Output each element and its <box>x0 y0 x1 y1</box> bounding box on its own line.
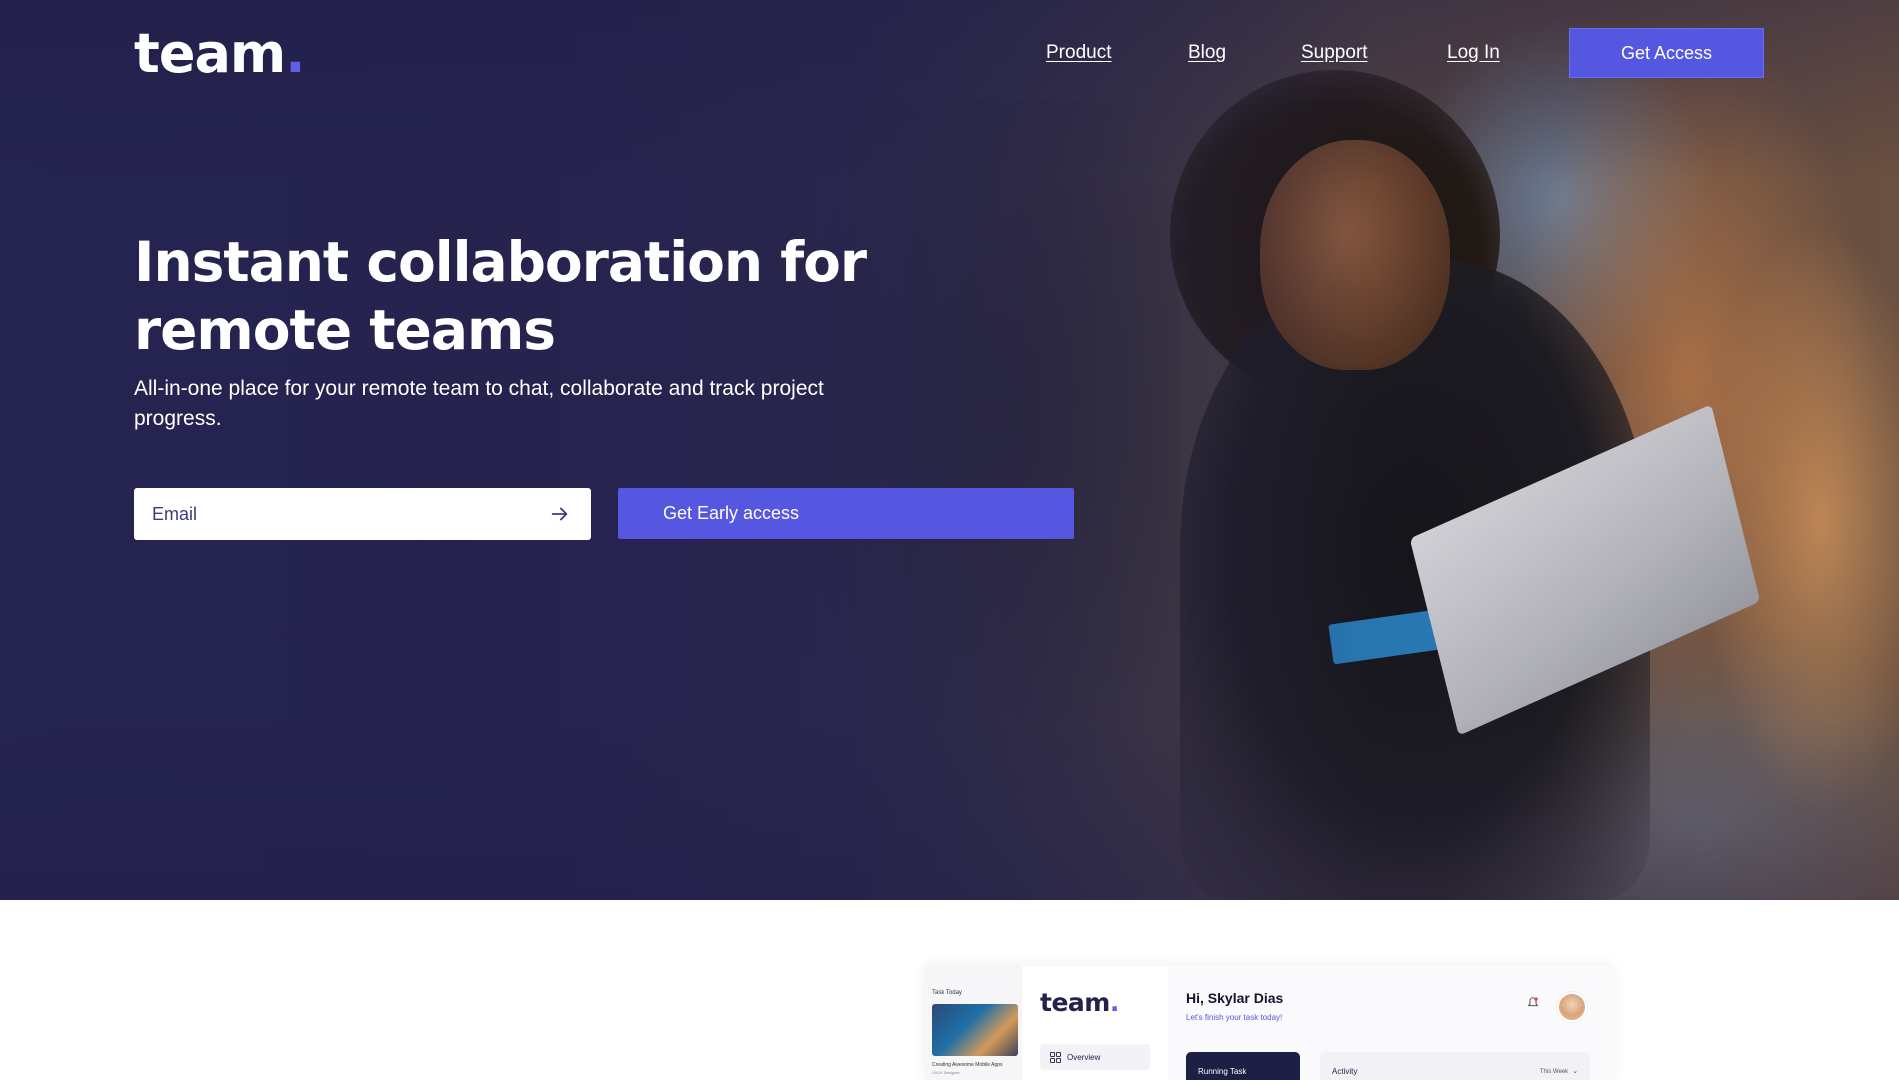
dashboard-sidebar: team. Overview <box>1022 966 1168 1080</box>
arrow-right-icon[interactable] <box>549 503 571 525</box>
brand-logo[interactable]: team. <box>134 22 306 85</box>
hero-overlay-vertical <box>0 0 1899 900</box>
nav-link-login[interactable]: Log In <box>1447 42 1500 64</box>
grid-icon <box>1050 1051 1061 1063</box>
task-today-panel: Task Today Creating Awesome Mobile Apps … <box>924 966 1022 1080</box>
brand-logo-dot: . <box>285 22 305 85</box>
greeting-subtitle: Let's finish your task today! <box>1186 1013 1283 1022</box>
email-form <box>134 488 591 540</box>
nav-link-support[interactable]: Support <box>1301 42 1368 64</box>
sidebar-item-overview-label: Overview <box>1067 1052 1101 1062</box>
this-week-dropdown[interactable]: This Week ⌄ <box>1540 1067 1578 1075</box>
nav-link-product[interactable]: Product <box>1046 42 1111 64</box>
greeting-title: Hi, Skylar Dias <box>1186 990 1284 1006</box>
activity-card: Activity This Week ⌄ <box>1320 1052 1590 1080</box>
hero-subtitle: All-in-one place for your remote team to… <box>134 377 824 430</box>
avatar[interactable] <box>1557 992 1587 1022</box>
task-subtitle: UI/UX Designer <box>932 1070 960 1075</box>
hero-section: team. Product Blog Support Log In Get Ac… <box>0 0 1899 900</box>
brand-logo-text: team <box>134 22 286 85</box>
get-early-access-button[interactable]: Get Early access <box>618 488 1074 539</box>
dashboard-logo-dot: . <box>1109 988 1120 1017</box>
running-task-card[interactable]: Running Task <box>1186 1052 1300 1080</box>
sidebar-item-overview[interactable]: Overview <box>1040 1044 1150 1070</box>
nav-link-blog[interactable]: Blog <box>1188 42 1226 64</box>
dashboard-logo: team. <box>1040 988 1119 1017</box>
email-input[interactable] <box>152 503 549 525</box>
chevron-down-icon: ⌄ <box>1572 1068 1578 1075</box>
dashboard-preview: Task Today Creating Awesome Mobile Apps … <box>924 966 1614 1080</box>
activity-label: Activity <box>1332 1067 1358 1076</box>
get-access-button[interactable]: Get Access <box>1569 28 1764 78</box>
dashboard-logo-text: team <box>1040 988 1110 1017</box>
this-week-label: This Week <box>1539 1069 1569 1075</box>
running-task-label: Running Task <box>1198 1067 1247 1076</box>
dashboard-main: Hi, Skylar Dias Let's finish your task t… <box>1168 966 1614 1080</box>
hero-headline: Instant collaboration for remote teams <box>134 230 867 362</box>
task-title: Creating Awesome Mobile Apps <box>932 1062 1003 1068</box>
bell-icon[interactable] <box>1526 996 1540 1010</box>
task-thumbnail <box>932 1004 1018 1056</box>
task-today-label: Task Today <box>932 990 962 996</box>
